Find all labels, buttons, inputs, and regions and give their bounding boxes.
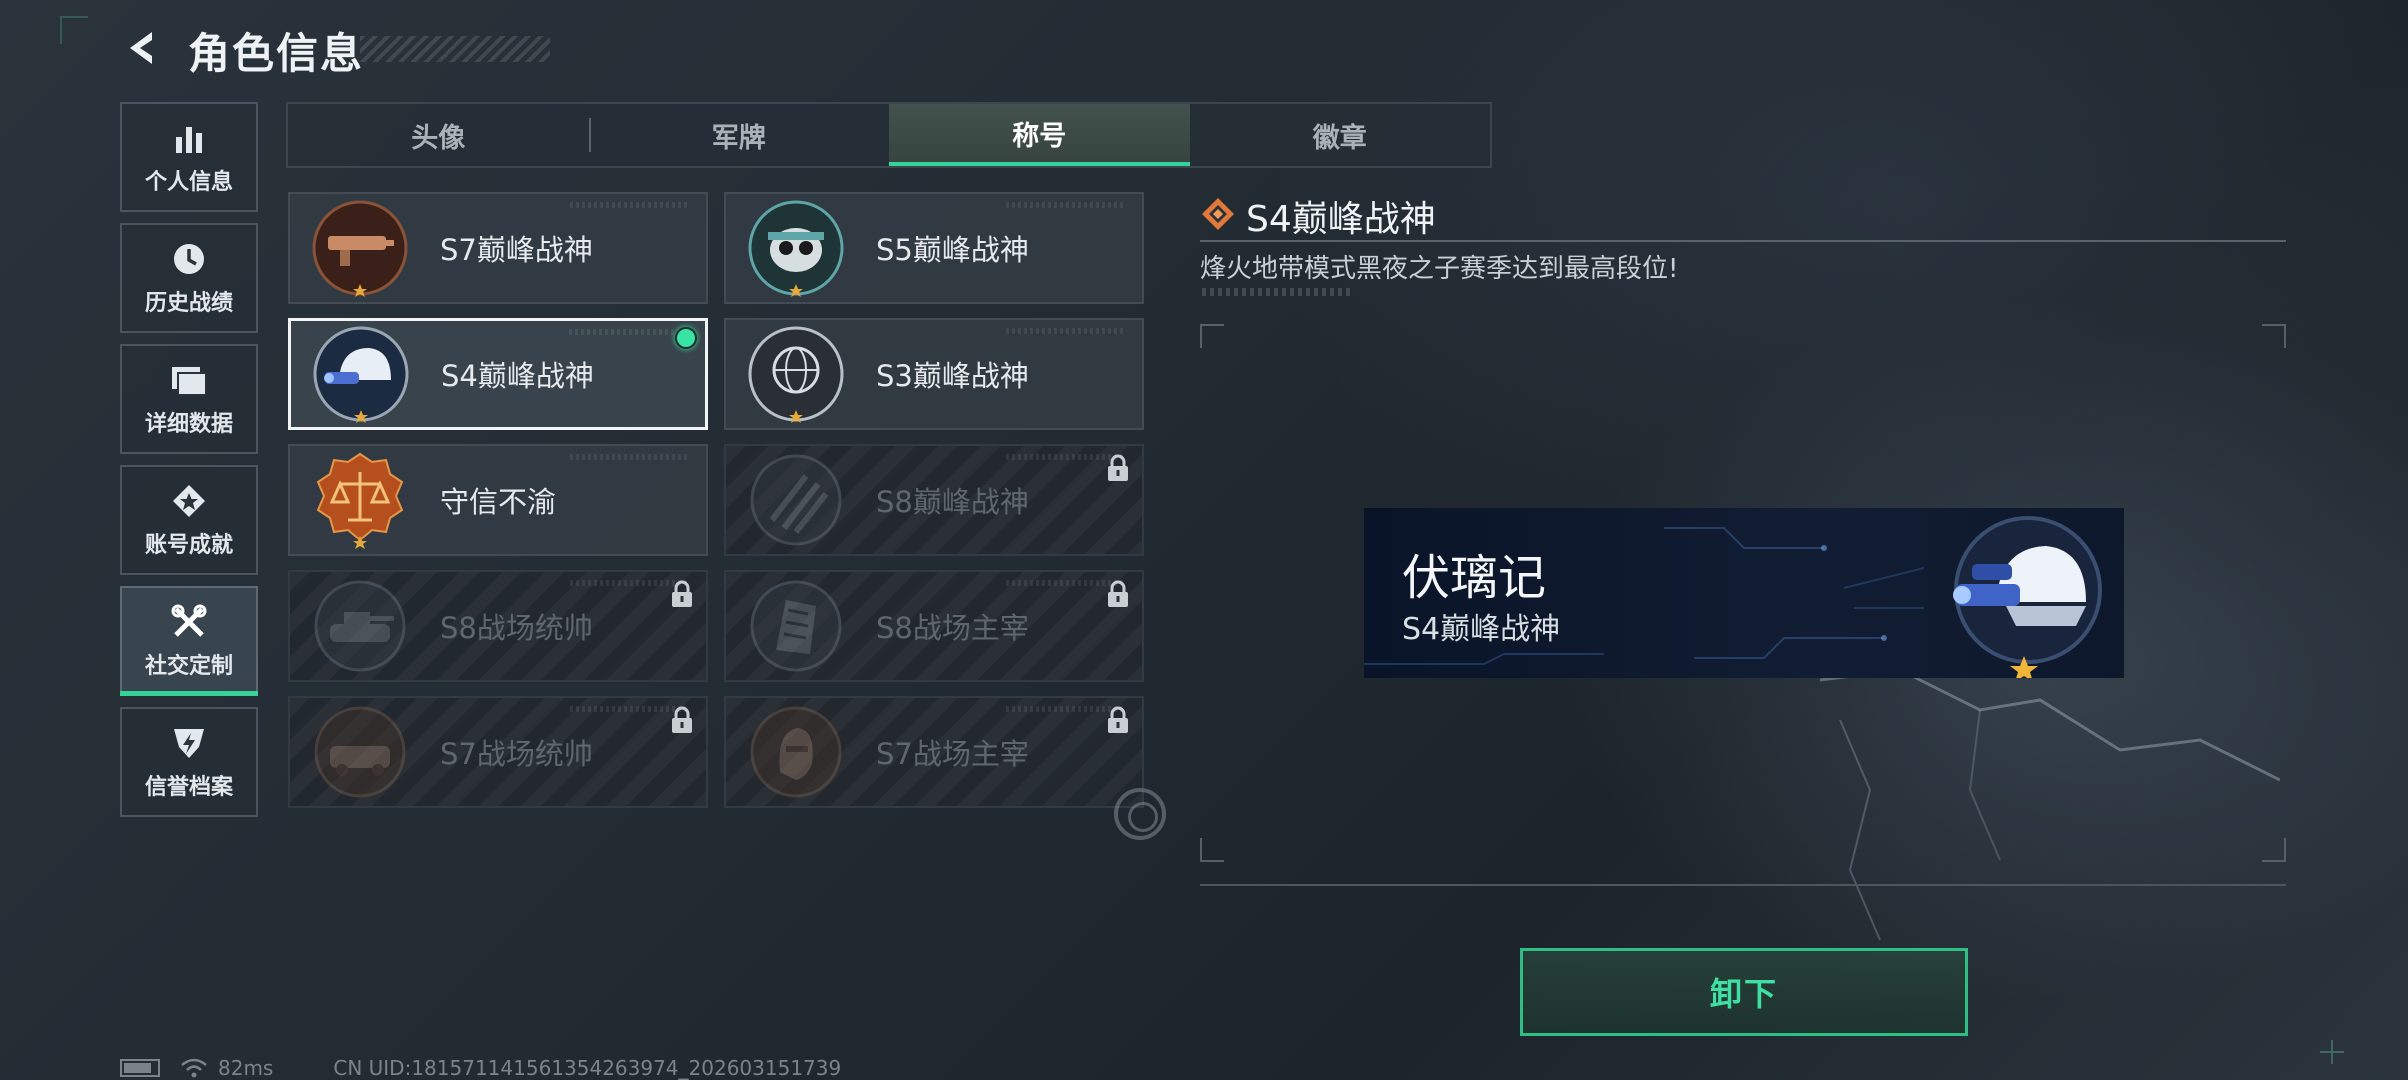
scales-emblem-icon — [316, 452, 404, 549]
unequip-button-label: 卸下 — [1709, 975, 1778, 1013]
armored-vehicle-emblem-icon — [314, 706, 406, 798]
night-vision-helmet-emblem-icon — [1953, 516, 2102, 678]
tank-emblem-icon — [314, 580, 406, 672]
tab-title[interactable]: 称号 — [889, 104, 1190, 166]
frame-corner — [1200, 838, 1224, 862]
title-label: S3巅峰战神 — [876, 359, 1029, 393]
back-button[interactable] — [118, 24, 166, 72]
clock-icon — [167, 239, 211, 279]
title-card-s8-peak-god[interactable]: S8巅峰战神 — [724, 444, 1144, 556]
title-card-s7-battlefield-ruler[interactable]: S7战场主宰 — [724, 696, 1144, 808]
frame-corner — [2262, 324, 2286, 348]
lock-icon — [672, 580, 692, 607]
weapon-emblem-icon — [312, 200, 408, 297]
battery-icon — [120, 1059, 160, 1077]
title-card-s4-peak-god[interactable]: S4巅峰战神 — [288, 318, 708, 430]
title-card-s3-peak-god[interactable]: S3巅峰战神 — [724, 318, 1144, 430]
title-label: S7巅峰战神 — [440, 233, 593, 267]
title-card-keep-faith[interactable]: 守信不渝 — [288, 444, 708, 556]
sidebar-item-label: 账号成就 — [144, 533, 233, 558]
sidebar-item-history[interactable]: 历史战绩 — [120, 223, 258, 333]
lock-icon — [1108, 580, 1128, 607]
skull-mask-emblem-icon — [748, 200, 844, 297]
stripes-emblem-icon — [750, 454, 842, 546]
sidebar-item-label: 个人信息 — [144, 170, 233, 195]
banner-player-name: 伏璃记 — [1402, 550, 1547, 606]
bar-chart-icon — [167, 118, 211, 158]
ping-value: 82ms — [218, 1056, 274, 1080]
frame-corner — [1200, 324, 1224, 348]
sidebar-item-label: 历史战绩 — [144, 291, 233, 316]
tab-avatar[interactable]: 头像 — [288, 104, 589, 166]
detail-title: S4巅峰战神 — [1246, 199, 1436, 240]
title-label: S7战场统帅 — [440, 737, 593, 771]
frame-corner — [2262, 838, 2286, 862]
title-card-s7-battlefield-marshal[interactable]: S7战场统帅 — [288, 696, 708, 808]
detail-hatch-decoration — [1202, 288, 1352, 296]
detail-bottom-divider — [1200, 884, 2286, 886]
title-label: S8战场主宰 — [876, 611, 1029, 645]
scroll-indicator[interactable] — [1114, 788, 1166, 840]
corner-bracket-decoration — [60, 16, 88, 44]
title-card-s8-battlefield-ruler[interactable]: S8战场主宰 — [724, 570, 1144, 682]
building-emblem-icon — [750, 580, 842, 672]
corner-plus-decoration — [2320, 1040, 2344, 1064]
credit-shield-icon — [167, 723, 211, 763]
title-label: S8战场统帅 — [440, 611, 593, 645]
title-label: 守信不渝 — [440, 485, 557, 519]
night-vision-helmet-emblem-icon — [313, 326, 409, 423]
wrench-tools-icon — [167, 602, 211, 642]
detail-divider — [1200, 240, 2286, 242]
equipped-indicator — [675, 327, 697, 349]
banner-title-text: S4巅峰战神 — [1402, 612, 1561, 647]
sidebar-item-achievements[interactable]: 账号成就 — [120, 465, 258, 575]
tab-bar: 头像 军牌 称号 徽章 — [286, 102, 1492, 168]
title-hatch-decoration — [360, 36, 550, 62]
title-banner-preview: 伏璃记 S4巅峰战神 — [1364, 508, 2124, 678]
sidebar-item-label: 社交定制 — [144, 654, 233, 679]
soldier-portrait-emblem-icon — [750, 706, 842, 798]
title-label: S8巅峰战神 — [876, 485, 1029, 519]
tab-badge[interactable]: 徽章 — [1190, 104, 1491, 166]
folder-icon — [167, 360, 211, 400]
tab-dog-tag[interactable]: 军牌 — [588, 104, 890, 166]
sidebar-item-personal-info[interactable]: 个人信息 — [120, 102, 258, 212]
unequip-button[interactable]: 卸下 — [1520, 948, 1968, 1036]
title-card-s8-battlefield-marshal[interactable]: S8战场统帅 — [288, 570, 708, 682]
globe-emblem-icon — [748, 326, 844, 423]
sidebar-item-label: 详细数据 — [144, 412, 233, 437]
title-label: S7战场主宰 — [876, 737, 1029, 771]
lock-icon — [672, 706, 692, 733]
detail-description: 烽火地带模式黑夜之子赛季达到最高段位! — [1200, 254, 1679, 284]
achievement-icon — [167, 481, 211, 521]
page-title: 角色信息 — [188, 29, 365, 78]
uid-text: CN UID:1815711415613542639​74_2026031517… — [333, 1056, 842, 1080]
title-label: S5巅峰战神 — [876, 233, 1029, 267]
sidebar-item-detailed-data[interactable]: 详细数据 — [120, 344, 258, 454]
title-label: S4巅峰战神 — [441, 359, 594, 393]
sidebar: 个人信息 历史战绩 详细数据 账号成就 社交定制 信誉档案 — [120, 102, 258, 828]
back-arrow-icon — [130, 32, 152, 64]
sidebar-item-label: 信誉档案 — [144, 775, 233, 800]
lock-icon — [1108, 454, 1128, 481]
sidebar-item-social-custom[interactable]: 社交定制 — [120, 586, 258, 696]
status-bar: 82ms CN UID:1815711415613542639​74_20260… — [120, 1056, 841, 1080]
diamond-rank-icon — [1202, 198, 1234, 230]
title-card-s5-peak-god[interactable]: S5巅峰战神 — [724, 192, 1144, 304]
title-card-s7-peak-god[interactable]: S7巅峰战神 — [288, 192, 708, 304]
lock-icon — [1108, 706, 1128, 733]
sidebar-item-credit-record[interactable]: 信誉档案 — [120, 707, 258, 817]
wifi-icon — [181, 1058, 207, 1078]
